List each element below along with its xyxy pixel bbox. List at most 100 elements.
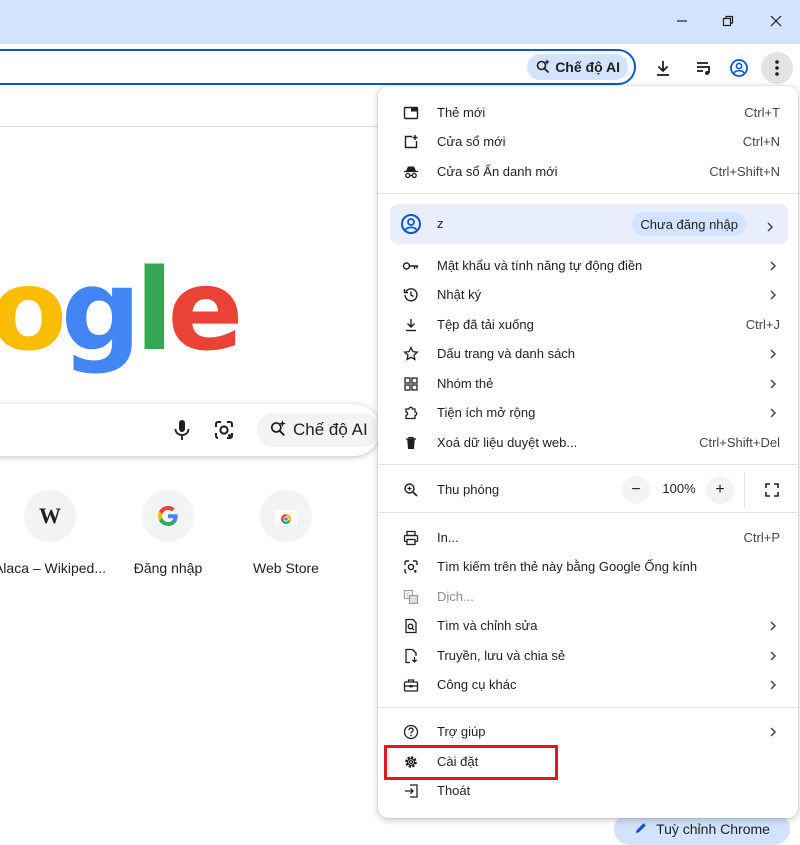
menu-item-label: Cửa sổ mới [437, 134, 506, 149]
media-queue-icon[interactable] [688, 52, 720, 84]
find-edit-icon [402, 617, 420, 635]
menu-item-label: Dịch... [437, 589, 474, 604]
menu-item-downloads[interactable]: Tệp đã tải xuống Ctrl+J [378, 310, 798, 339]
menu-item-shortcut: Ctrl+Shift+N [709, 164, 780, 179]
shortcut-tile[interactable]: W Alaca – Wikiped... [0, 490, 110, 576]
ai-mode-chip[interactable]: Chế độ AI [527, 54, 628, 80]
menu-item-label: Xoá dữ liệu duyệt web... [437, 435, 578, 450]
zoom-out-button[interactable]: − [622, 476, 650, 504]
browser-toolbar: Chế độ AI [0, 44, 800, 90]
trash-icon [402, 434, 420, 452]
chevron-right-icon [768, 378, 778, 389]
logo-letter: o [0, 246, 67, 376]
chevron-right-icon [768, 679, 778, 690]
menu-item-clear-browsing-data[interactable]: Xoá dữ liệu duyệt web... Ctrl+Shift+Del [378, 428, 798, 457]
menu-item-translate: G Dịch... [378, 582, 798, 611]
chevron-right-icon [768, 620, 778, 631]
menu-item-label: Tiện ích mở rộng [437, 405, 536, 420]
shortcut-label: Web Store [253, 560, 319, 576]
google-lens-icon[interactable] [212, 418, 236, 442]
menu-item-shortcut: Ctrl+Shift+Del [699, 435, 780, 450]
menu-item-label: Thẻ mới [437, 105, 486, 120]
zoom-icon [402, 481, 420, 499]
menu-item-label: Dấu trang và danh sách [437, 346, 576, 361]
lens-icon [402, 558, 420, 576]
tab-groups-icon [402, 375, 420, 393]
menu-item-history[interactable]: Nhật ký [378, 280, 798, 309]
menu-divider [378, 707, 798, 708]
menu-item-label: Nhóm thẻ [437, 376, 494, 391]
menu-profile-row[interactable]: z Chưa đăng nhập [390, 204, 788, 244]
fullscreen-icon[interactable] [760, 480, 784, 500]
search-box[interactable]: Chế độ AI [0, 404, 380, 456]
menu-item-label: Tệp đã tải xuống [437, 317, 534, 332]
customize-chrome-label: Tuỳ chỉnh Chrome [656, 821, 770, 837]
restore-icon[interactable] [714, 9, 742, 33]
microphone-icon[interactable] [170, 418, 194, 442]
menu-divider [378, 464, 798, 465]
shortcut-tile[interactable]: Đăng nhập [108, 490, 228, 576]
search-ai-mode-button[interactable]: Chế độ AI [257, 413, 380, 447]
profile-avatar-icon [400, 213, 422, 240]
search-ai-mode-label: Chế độ AI [293, 420, 368, 439]
chevron-right-icon [768, 289, 778, 300]
menu-item-more-tools[interactable]: Công cụ khác [378, 670, 798, 699]
minimize-icon[interactable] [668, 9, 696, 33]
menu-item-cast-save-share[interactable]: Truyền, lưu và chia sẻ [378, 641, 798, 670]
menu-item-new-incognito-window[interactable]: Cửa sổ Ẩn danh mới Ctrl+Shift+N [378, 157, 798, 186]
menu-item-tab-groups[interactable]: Nhóm thẻ [378, 369, 798, 398]
zoom-level: 100% [662, 481, 696, 496]
logo-letter: g [60, 246, 141, 376]
menu-item-exit[interactable]: Thoát [378, 776, 798, 805]
menu-item-extensions[interactable]: Tiện ích mở rộng [378, 398, 798, 427]
google-logo: ogle [0, 255, 243, 367]
profile-name: z [437, 216, 444, 231]
downloads-icon[interactable] [647, 52, 679, 84]
chevron-right-icon [768, 407, 778, 418]
menu-divider [378, 512, 798, 513]
menu-item-new-tab[interactable]: Thẻ mới Ctrl+T [378, 98, 798, 127]
incognito-icon [402, 163, 420, 181]
menu-item-zoom: Thu phóng [378, 475, 798, 504]
download-icon [402, 316, 420, 334]
menu-item-label: In... [437, 530, 459, 545]
chevron-right-icon [768, 348, 778, 359]
menu-item-label: Thoát [437, 783, 471, 798]
logo-letter: l [135, 246, 173, 376]
menu-item-label: Thu phóng [437, 482, 500, 497]
wikipedia-icon: W [24, 490, 76, 542]
menu-item-help[interactable]: Trợ giúp [378, 717, 798, 746]
help-icon [402, 723, 420, 741]
toolbar-divider [0, 126, 380, 127]
menu-item-new-window[interactable]: Cửa sổ mới Ctrl+N [378, 127, 798, 156]
menu-item-shortcut: Ctrl+N [742, 134, 780, 149]
more-menu-icon[interactable] [761, 52, 793, 84]
chevron-right-icon [766, 219, 774, 237]
new-window-icon [402, 133, 420, 151]
address-bar[interactable]: Chế độ AI [0, 49, 636, 85]
toolbox-icon [402, 676, 420, 694]
menu-item-bookmarks-lists[interactable]: Dấu trang và danh sách [378, 339, 798, 368]
shortcut-label: Đăng nhập [133, 560, 203, 576]
menu-item-passwords-autofill[interactable]: Mật khẩu và tính năng tự động điền [378, 251, 798, 280]
chrome-main-menu: Thẻ mới Ctrl+T Cửa sổ mới Ctrl+N Cửa sổ … [378, 86, 798, 818]
chrome-web-store-icon [260, 490, 312, 542]
menu-item-find-and-edit[interactable]: Tìm và chỉnh sửa [378, 611, 798, 640]
menu-item-shortcut: Ctrl+J [745, 317, 780, 332]
menu-item-label: Mật khẩu và tính năng tự động điền [437, 258, 643, 273]
menu-item-search-with-lens[interactable]: Tìm kiếm trên thẻ này bằng Google Ống kí… [378, 552, 798, 581]
menu-item-label: Truyền, lưu và chia sẻ [437, 648, 566, 663]
ai-mode-label: Chế độ AI [555, 59, 620, 75]
menu-item-label: Tìm và chỉnh sửa [437, 618, 538, 633]
menu-item-print[interactable]: In... Ctrl+P [378, 523, 798, 552]
sign-in-status-badge: Chưa đăng nhập [632, 212, 746, 236]
history-icon [402, 286, 420, 304]
profile-icon[interactable] [723, 52, 755, 84]
zoom-in-button[interactable]: + [706, 476, 734, 504]
chevron-right-icon [768, 650, 778, 661]
settings-highlight-box [384, 745, 558, 780]
menu-item-label: Tìm kiếm trên thẻ này bằng Google Ống kí… [437, 559, 698, 574]
close-icon[interactable] [762, 9, 790, 33]
key-icon [402, 257, 420, 275]
shortcut-tile[interactable]: Web Store [226, 490, 346, 576]
